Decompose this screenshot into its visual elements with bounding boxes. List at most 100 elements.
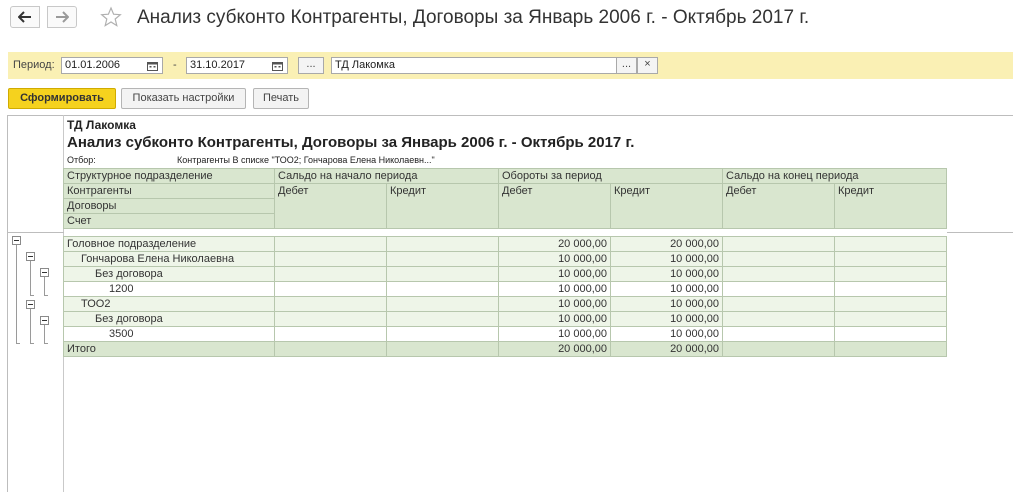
row-value-cc — [834, 281, 947, 297]
calendar-icon — [271, 61, 283, 71]
header-turnover-debit: Дебет — [498, 183, 611, 229]
star-icon[interactable] — [100, 6, 122, 28]
row-value-cd — [722, 281, 835, 297]
tree-connector-line — [30, 309, 31, 343]
row-value-cd — [722, 236, 835, 252]
header-spacer — [63, 228, 947, 237]
tree-connector-line — [44, 295, 48, 296]
row-value-cc — [834, 251, 947, 267]
row-value-cd — [722, 266, 835, 282]
row-name: ТОО2 — [63, 296, 275, 312]
row-name: Без договора — [63, 266, 275, 282]
row-value-od — [274, 236, 387, 252]
table-row[interactable]: Гончарова Елена Николаевна 10 000,00 10 00… — [63, 251, 947, 267]
row-value-tc: 10 000,00 — [610, 296, 723, 312]
row-value-cd — [722, 326, 835, 342]
row-value-td: 10 000,00 — [498, 326, 611, 342]
row-value-tc: 10 000,00 — [610, 326, 723, 342]
header-turnover-credit: Кредит — [610, 183, 723, 229]
row-value-od — [274, 251, 387, 267]
row-value-oc — [386, 311, 499, 327]
total-label: Итого — [63, 341, 275, 357]
row-value-od — [274, 281, 387, 297]
header-turnover: Обороты за период — [498, 168, 723, 184]
row-value-cd — [722, 311, 835, 327]
header-department: Структурное подразделение — [63, 168, 275, 184]
tree-connector-line — [30, 261, 31, 295]
header-opening-credit: Кредит — [386, 183, 499, 229]
row-value-tc: 10 000,00 — [610, 266, 723, 282]
row-value-oc — [386, 326, 499, 342]
row-value-cd — [722, 251, 835, 267]
row-value-od — [274, 326, 387, 342]
row-value-td: 10 000,00 — [498, 296, 611, 312]
generate-button[interactable]: Сформировать — [8, 88, 116, 109]
collapse-toggle-icon[interactable] — [12, 236, 21, 245]
table-row[interactable]: Без договора 10 000,00 10 000,00 — [63, 311, 947, 327]
row-value-tc: 10 000,00 — [610, 251, 723, 267]
row-value-oc — [386, 266, 499, 282]
show-settings-button[interactable]: Показать настройки — [121, 88, 246, 109]
row-value-td: 10 000,00 — [498, 251, 611, 267]
table-row[interactable]: 1200 10 000,00 10 000,00 — [63, 281, 947, 297]
row-value-cc — [834, 266, 947, 282]
row-value-oc — [386, 296, 499, 312]
row-name: 3500 — [63, 326, 275, 342]
row-value-tc: 10 000,00 — [610, 281, 723, 297]
row-value-td: 10 000,00 — [498, 281, 611, 297]
report-organization: ТД Лакомка — [67, 118, 136, 132]
table-row[interactable]: 3500 10 000,00 10 000,00 — [63, 326, 947, 342]
collapse-toggle-icon[interactable] — [40, 316, 49, 325]
row-value-tc: 20 000,00 — [610, 236, 723, 252]
row-value-cc — [834, 326, 947, 342]
table-row[interactable]: ТОО2 10 000,00 10 000,00 — [63, 296, 947, 312]
organization-select-button[interactable]: ... — [616, 57, 637, 74]
date-to-calendar-button[interactable] — [268, 58, 286, 73]
total-value-cc — [834, 341, 947, 357]
date-from-calendar-button[interactable] — [143, 58, 161, 73]
total-value-od — [274, 341, 387, 357]
organization-field[interactable]: ТД Лакомка — [331, 57, 617, 74]
forward-button[interactable] — [47, 6, 77, 28]
print-button[interactable]: Печать — [253, 88, 309, 109]
table-row[interactable]: Головное подразделение 20 000,00 20 000,00 — [63, 236, 947, 252]
table-row[interactable]: Без договора 10 000,00 10 000,00 — [63, 266, 947, 282]
back-button[interactable] — [10, 6, 40, 28]
organization-clear-button[interactable]: × — [637, 57, 658, 74]
tree-connector-line — [30, 295, 34, 296]
window-title: Анализ субконто Контрагенты, Договоры за… — [137, 7, 810, 28]
row-value-oc — [386, 251, 499, 267]
row-name: Без договора — [63, 311, 275, 327]
total-value-cd — [722, 341, 835, 357]
tree-connector-line — [44, 277, 45, 295]
period-label: Период: — [13, 59, 55, 71]
header-closing-credit: Кредит — [834, 183, 947, 229]
header-closing-balance: Сальдо на конец периода — [722, 168, 947, 184]
total-value-oc — [386, 341, 499, 357]
filter-label: Отбор: — [67, 155, 96, 165]
row-value-od — [274, 296, 387, 312]
row-value-cc — [834, 236, 947, 252]
report-table: Структурное подразделение Сальдо на нача… — [63, 168, 947, 357]
row-value-oc — [386, 281, 499, 297]
row-value-oc — [386, 236, 499, 252]
filter-value: Контрагенты В списке "ТОО2; Гончарова Ел… — [177, 155, 435, 165]
period-select-button[interactable]: ... — [298, 57, 324, 74]
header-opening-debit: Дебет — [274, 183, 387, 229]
collapse-toggle-icon[interactable] — [26, 252, 35, 261]
organization-value: ТД Лакомка — [335, 59, 395, 71]
header-counterparties: Контрагенты — [63, 183, 275, 199]
total-value-tc: 20 000,00 — [610, 341, 723, 357]
row-value-cc — [834, 311, 947, 327]
total-value-td: 20 000,00 — [498, 341, 611, 357]
row-value-td: 10 000,00 — [498, 266, 611, 282]
header-contracts: Договоры — [63, 198, 275, 214]
collapse-toggle-icon[interactable] — [40, 268, 49, 277]
calendar-icon — [146, 61, 158, 71]
date-to-value: 31.10.2017 — [190, 59, 246, 71]
header-account: Счет — [63, 213, 275, 229]
row-value-od — [274, 311, 387, 327]
tree-connector-line — [16, 245, 17, 343]
row-name: 1200 — [63, 281, 275, 297]
collapse-toggle-icon[interactable] — [26, 300, 35, 309]
